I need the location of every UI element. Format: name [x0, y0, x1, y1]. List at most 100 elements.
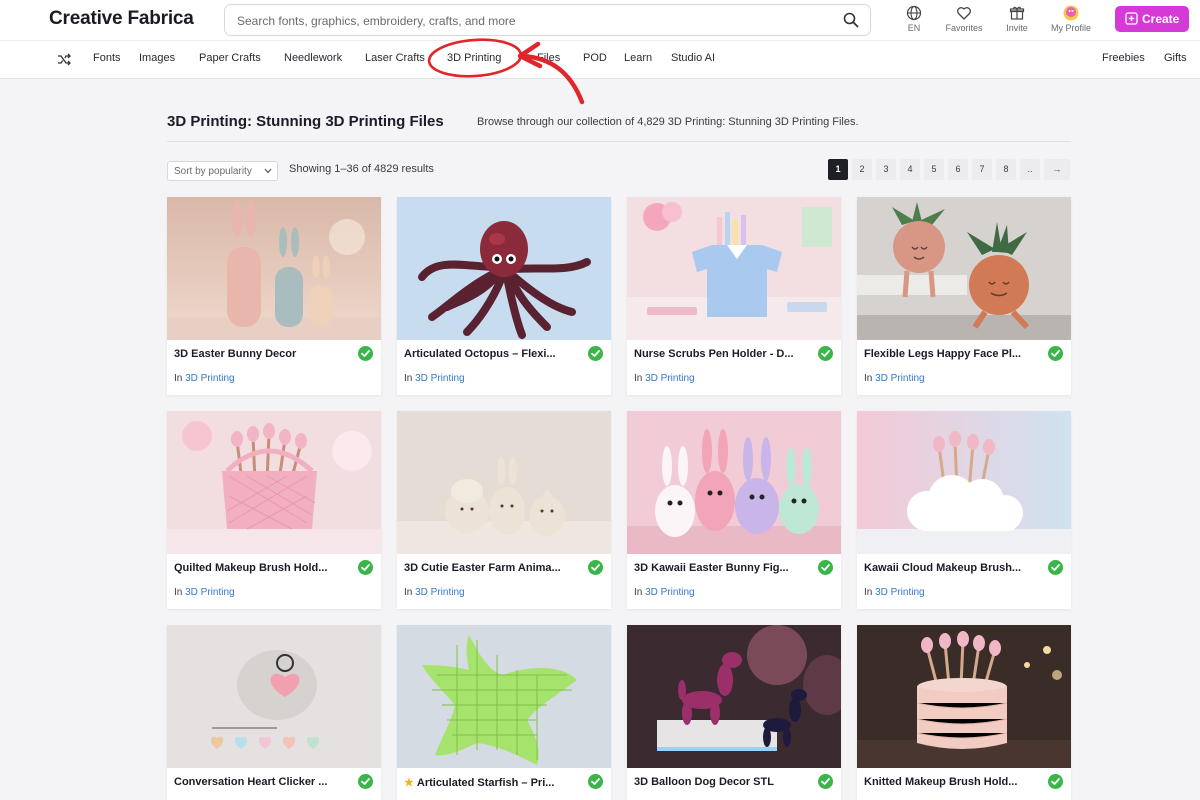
product-title[interactable]: Knitted Makeup Brush Hold...	[864, 776, 1034, 788]
invite-label: Invite	[1006, 23, 1028, 33]
product-thumbnail[interactable]	[627, 197, 841, 340]
product-title[interactable]: Quilted Makeup Brush Hold...	[174, 562, 344, 574]
language-label: EN	[907, 23, 921, 33]
product-thumbnail[interactable]	[397, 197, 611, 340]
page-7-button[interactable]: 7	[972, 159, 992, 180]
search-icon[interactable]	[842, 11, 862, 31]
product-thumbnail[interactable]	[857, 625, 1071, 768]
product-card[interactable]: 3D Easter Bunny Decor In 3D Printing	[167, 197, 381, 395]
product-thumbnail[interactable]	[397, 625, 611, 768]
nav-item-laser-crafts[interactable]: Laser Crafts	[365, 52, 425, 64]
product-category: In 3D Printing	[864, 373, 925, 384]
product-card[interactable]: Flexible Legs Happy Face Pl... In 3D Pri…	[857, 197, 1071, 395]
category-link[interactable]: 3D Printing	[875, 373, 924, 384]
bunnies-image	[167, 197, 381, 340]
nav-item-needlework[interactable]: Needlework	[284, 52, 342, 64]
nav-item-3d-printing[interactable]: 3D Printing	[447, 52, 501, 64]
page-5-button[interactable]: 5	[924, 159, 944, 180]
product-title[interactable]: 3D Easter Bunny Decor	[174, 348, 344, 360]
site-logo[interactable]: Creative Fabrica	[49, 8, 194, 30]
product-title[interactable]: Articulated Octopus – Flexi...	[404, 348, 574, 360]
product-thumbnail[interactable]	[167, 625, 381, 768]
product-thumbnail[interactable]	[167, 197, 381, 340]
product-title[interactable]: ★ Articulated Starfish – Pri...	[404, 776, 574, 789]
page-8-button[interactable]: 8	[996, 159, 1016, 180]
category-link[interactable]: 3D Printing	[185, 587, 234, 598]
cloud-holder-image	[857, 411, 1071, 554]
category-link[interactable]: 3D Printing	[875, 587, 924, 598]
divider	[167, 141, 1071, 142]
product-thumbnail[interactable]	[167, 411, 381, 554]
check-circle-icon	[588, 346, 603, 361]
product-thumbnail[interactable]	[397, 411, 611, 554]
shuffle-icon[interactable]	[57, 53, 71, 71]
product-title[interactable]: Flexible Legs Happy Face Pl...	[864, 348, 1034, 360]
product-title[interactable]: Nurse Scrubs Pen Holder - D...	[634, 348, 804, 360]
sort-select[interactable]: Sort by popularity	[167, 161, 278, 181]
nav-item-learn[interactable]: Learn	[624, 52, 652, 64]
next-page-button[interactable]: →	[1044, 159, 1070, 180]
nav-item-studio-ai[interactable]: Studio AI	[671, 52, 715, 64]
search-input[interactable]	[237, 11, 817, 31]
nav-item-images[interactable]: Images	[139, 52, 175, 64]
category-link[interactable]: 3D Printing	[645, 587, 694, 598]
language-selector[interactable]: EN	[904, 5, 924, 37]
check-circle-icon	[818, 560, 833, 575]
product-card[interactable]: Kawaii Cloud Makeup Brush... In 3D Print…	[857, 411, 1071, 609]
planters-image	[857, 197, 1071, 340]
create-label: Create	[1142, 12, 1180, 26]
product-title[interactable]: 3D Balloon Dog Decor STL	[634, 776, 804, 788]
product-thumbnail[interactable]	[857, 411, 1071, 554]
knit-holder-image	[857, 625, 1071, 768]
product-title[interactable]: Conversation Heart Clicker ...	[174, 776, 344, 788]
nav-item-freebies[interactable]: Freebies	[1102, 52, 1145, 64]
product-card[interactable]: 3D Balloon Dog Decor STL	[627, 625, 841, 800]
profile-label: My Profile	[1050, 23, 1091, 33]
page-2-button[interactable]: 2	[852, 159, 872, 180]
page-1-button[interactable]: 1	[828, 159, 848, 180]
search-bar	[224, 4, 871, 36]
product-thumbnail[interactable]	[627, 411, 841, 554]
product-card[interactable]: 3D Kawaii Easter Bunny Fig... In 3D Prin…	[627, 411, 841, 609]
category-link[interactable]: 3D Printing	[415, 587, 464, 598]
category-link[interactable]: 3D Printing	[185, 373, 234, 384]
product-card[interactable]: 3D Cutie Easter Farm Anima... In 3D Prin…	[397, 411, 611, 609]
product-card[interactable]: Nurse Scrubs Pen Holder - D... In 3D Pri…	[627, 197, 841, 395]
favorites-link[interactable]: Favorites	[941, 5, 987, 37]
nav-item-fonts[interactable]: Fonts	[93, 52, 121, 64]
invite-link[interactable]: Invite	[1002, 5, 1032, 37]
profile-link[interactable]: My Profile	[1046, 5, 1096, 37]
category-link[interactable]: 3D Printing	[645, 373, 694, 384]
product-card[interactable]: Articulated Octopus – Flexi... In 3D Pri…	[397, 197, 611, 395]
category-link[interactable]: 3D Printing	[415, 373, 464, 384]
page-description: Browse through our collection of 4,829 3…	[477, 116, 859, 128]
product-card[interactable]: Knitted Makeup Brush Hold...	[857, 625, 1071, 800]
product-category: In 3D Printing	[404, 373, 465, 384]
page-title: 3D Printing: Stunning 3D Printing Files	[167, 113, 444, 130]
product-title[interactable]: 3D Cutie Easter Farm Anima...	[404, 562, 574, 574]
check-circle-icon	[358, 346, 373, 361]
product-thumbnail[interactable]	[857, 197, 1071, 340]
nav-item-files[interactable]: Files	[537, 52, 560, 64]
balloon-dog-image	[627, 625, 841, 768]
product-category: In 3D Printing	[864, 587, 925, 598]
product-thumbnail[interactable]	[627, 625, 841, 768]
create-button[interactable]: Create	[1115, 6, 1189, 32]
product-card[interactable]: Quilted Makeup Brush Hold... In 3D Print…	[167, 411, 381, 609]
favorites-label: Favorites	[945, 23, 983, 33]
product-card[interactable]: ★ Articulated Starfish – Pri...	[397, 625, 611, 800]
top-header: Creative Fabrica EN Favorites Invite My …	[0, 0, 1200, 41]
page-3-button[interactable]: 3	[876, 159, 896, 180]
product-category: In 3D Printing	[174, 587, 235, 598]
nav-item-paper-crafts[interactable]: Paper Crafts	[199, 52, 261, 64]
page-4-button[interactable]: 4	[900, 159, 920, 180]
product-title[interactable]: Kawaii Cloud Makeup Brush...	[864, 562, 1034, 574]
nav-item-gifts[interactable]: Gifts	[1164, 52, 1187, 64]
product-category: In 3D Printing	[634, 587, 695, 598]
product-title[interactable]: 3D Kawaii Easter Bunny Fig...	[634, 562, 804, 574]
product-card[interactable]: Conversation Heart Clicker ...	[167, 625, 381, 800]
starfish-image	[397, 625, 611, 768]
page-6-button[interactable]: 6	[948, 159, 968, 180]
check-circle-icon	[588, 774, 603, 789]
nav-item-pod[interactable]: POD	[583, 52, 607, 64]
